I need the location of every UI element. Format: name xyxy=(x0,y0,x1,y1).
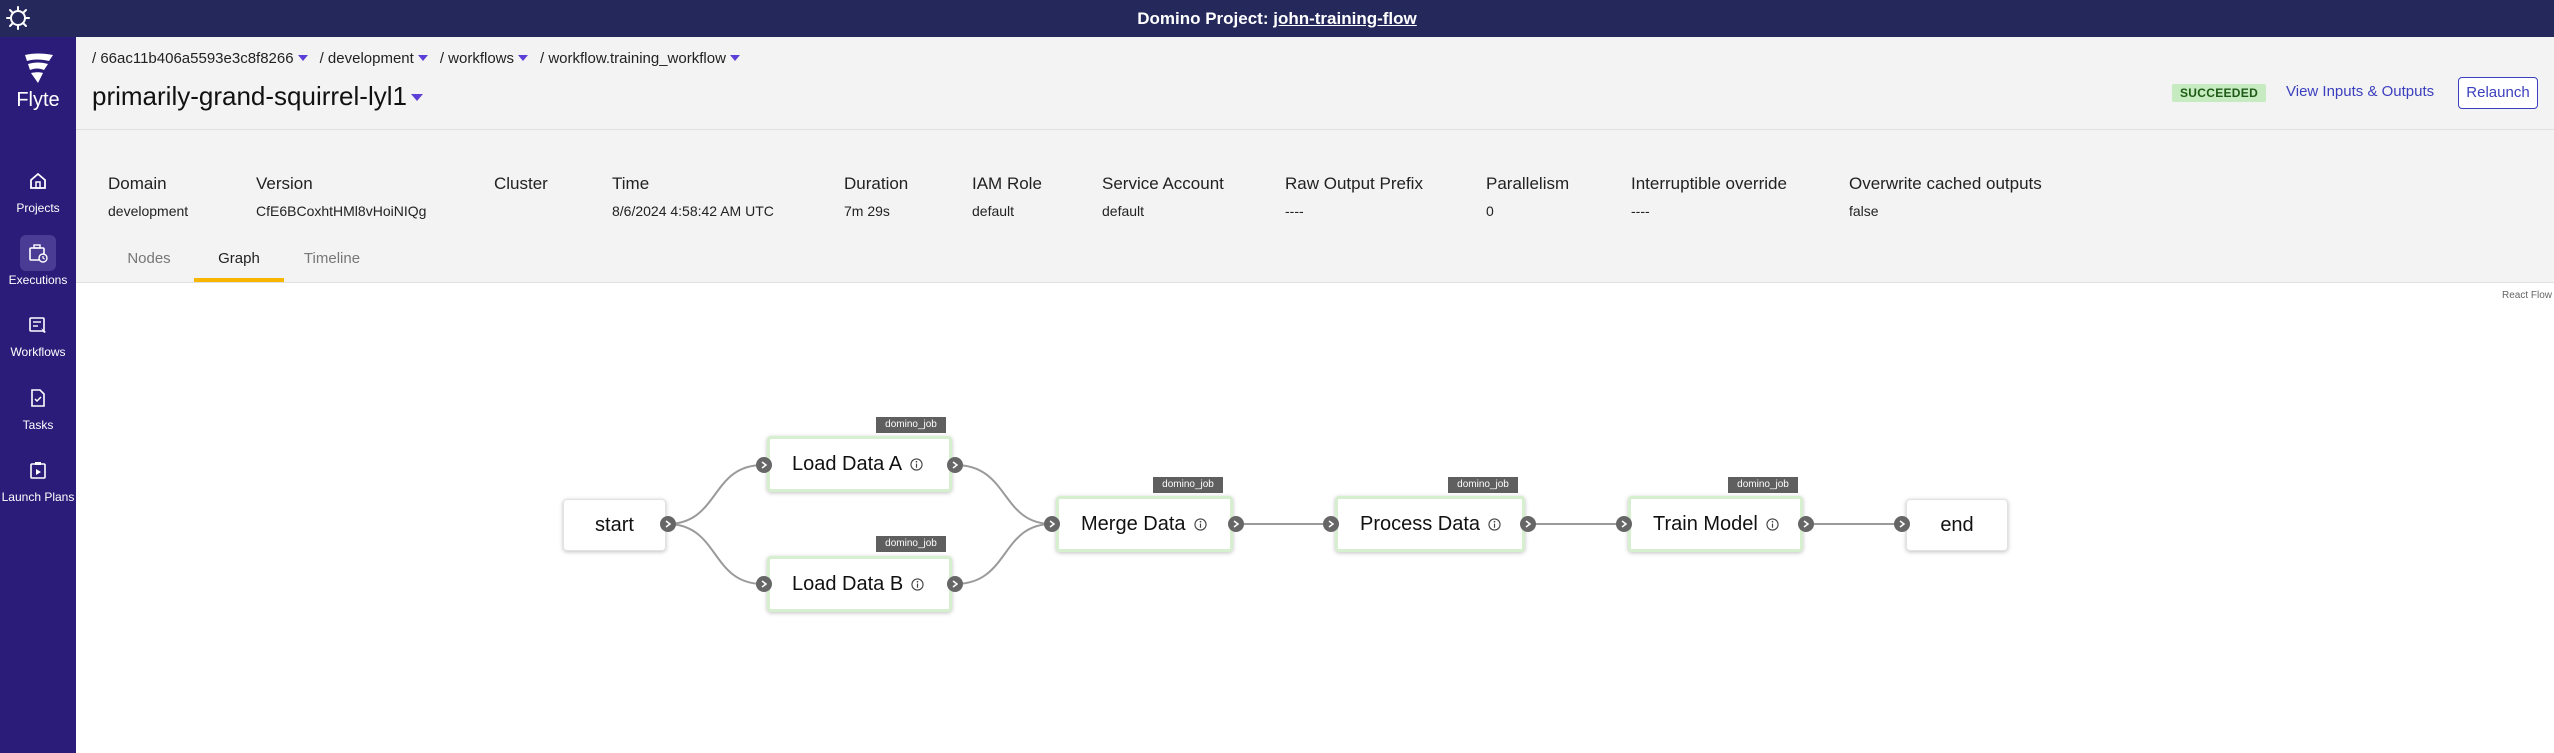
chevron-right-icon xyxy=(1803,520,1810,528)
node-label: end xyxy=(1940,513,1974,536)
chevron-right-icon xyxy=(1328,520,1335,528)
node-handle[interactable] xyxy=(947,457,963,473)
graph-node-load-data-b[interactable]: Load Data B xyxy=(767,556,952,612)
node-handle[interactable] xyxy=(1044,516,1060,532)
graph-node-process-data[interactable]: Process Data xyxy=(1335,496,1525,552)
node-handle[interactable] xyxy=(1894,516,1910,532)
task-type-tag: domino_job xyxy=(1448,477,1518,493)
chevron-right-icon xyxy=(952,580,959,588)
node-handle[interactable] xyxy=(660,516,676,532)
node-handle[interactable] xyxy=(947,576,963,592)
chevron-right-icon xyxy=(1621,520,1628,528)
node-handle[interactable] xyxy=(1798,516,1814,532)
chevron-right-icon xyxy=(665,520,672,528)
node-label: start xyxy=(595,513,634,536)
node-handle[interactable] xyxy=(1323,516,1339,532)
graph-edges xyxy=(666,464,1902,585)
task-type-tag: domino_job xyxy=(1728,477,1798,493)
chevron-right-icon xyxy=(952,461,959,469)
chevron-right-icon xyxy=(1233,520,1240,528)
node-label: Load Data A xyxy=(792,452,903,475)
chevron-right-icon xyxy=(761,461,768,469)
info-icon[interactable] xyxy=(1488,517,1501,531)
graph-node-load-data-a[interactable]: Load Data A xyxy=(767,436,952,492)
node-label: Process Data xyxy=(1360,512,1481,535)
chevron-right-icon xyxy=(1899,520,1906,528)
info-icon[interactable] xyxy=(910,457,923,471)
node-handle[interactable] xyxy=(1520,516,1536,532)
node-label: Load Data B xyxy=(792,572,904,595)
graph-node-start[interactable]: start xyxy=(563,499,666,551)
node-label: Train Model xyxy=(1653,512,1758,535)
chevron-right-icon xyxy=(761,580,768,588)
chevron-right-icon xyxy=(1525,520,1532,528)
graph-node-merge-data[interactable]: Merge Data xyxy=(1056,496,1233,552)
node-label: Merge Data xyxy=(1081,512,1186,535)
node-handle[interactable] xyxy=(1616,516,1632,532)
graph-node-train-model[interactable]: Train Model xyxy=(1628,496,1803,552)
task-type-tag: domino_job xyxy=(876,536,946,552)
info-icon[interactable] xyxy=(1193,517,1207,531)
node-handle[interactable] xyxy=(756,576,772,592)
info-icon[interactable] xyxy=(911,577,924,591)
info-icon[interactable] xyxy=(1766,517,1779,531)
node-handle[interactable] xyxy=(1228,516,1244,532)
task-type-tag: domino_job xyxy=(1153,477,1223,493)
node-handle[interactable] xyxy=(756,457,772,473)
graph-node-end[interactable]: end xyxy=(1906,499,2008,551)
task-type-tag: domino_job xyxy=(876,417,946,433)
chevron-right-icon xyxy=(1049,520,1056,528)
